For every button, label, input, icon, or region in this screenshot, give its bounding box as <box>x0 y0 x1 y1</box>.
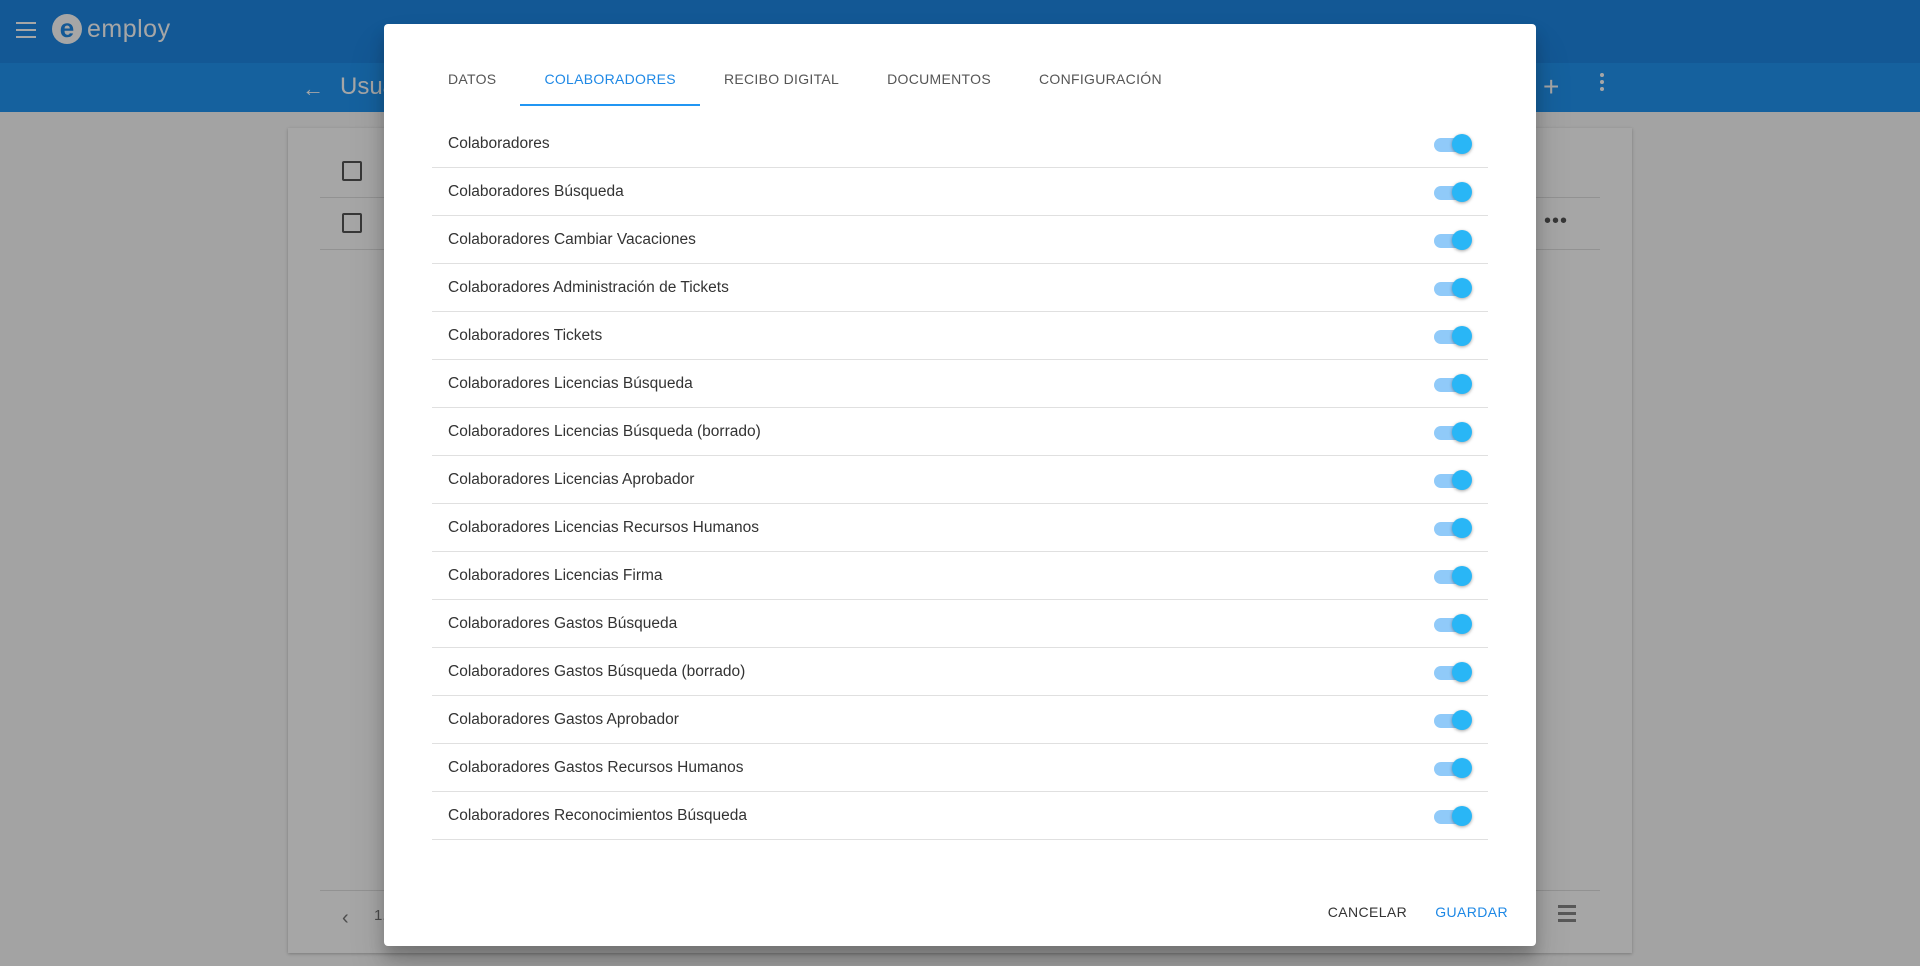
toggle-thumb <box>1452 374 1472 394</box>
save-button[interactable]: GUARDAR <box>1427 894 1516 930</box>
permission-row: Colaboradores Reconocimientos Búsqueda <box>432 792 1488 840</box>
permission-row: Colaboradores Tickets <box>432 312 1488 360</box>
toggle-thumb <box>1452 422 1472 442</box>
permission-toggle[interactable] <box>1434 421 1472 443</box>
toggle-thumb <box>1452 470 1472 490</box>
permission-label: Colaboradores Cambiar Vacaciones <box>448 231 696 248</box>
permission-row: Colaboradores Licencias Recursos Humanos <box>432 504 1488 552</box>
permission-label: Colaboradores Licencias Recursos Humanos <box>448 519 760 536</box>
permission-toggle[interactable] <box>1434 757 1472 779</box>
toggle-thumb <box>1452 566 1472 586</box>
permission-label: Colaboradores Licencias Búsqueda <box>448 375 693 392</box>
tab-datos[interactable]: DATOS <box>424 54 520 104</box>
permission-row: Colaboradores Búsqueda <box>432 168 1488 216</box>
permission-row: Colaboradores Licencias Búsqueda (borrad… <box>432 408 1488 456</box>
toggle-thumb <box>1452 662 1472 682</box>
toggle-thumb <box>1452 806 1472 826</box>
permission-label: Colaboradores Búsqueda <box>448 183 624 200</box>
permission-toggle[interactable] <box>1434 613 1472 635</box>
permission-toggle[interactable] <box>1434 133 1472 155</box>
toggle-thumb <box>1452 614 1472 634</box>
tab-recibo-digital[interactable]: RECIBO DIGITAL <box>700 54 863 104</box>
permission-toggle[interactable] <box>1434 229 1472 251</box>
tab-colaboradores[interactable]: COLABORADORES <box>520 54 700 106</box>
permission-toggle[interactable] <box>1434 565 1472 587</box>
toggle-thumb <box>1452 710 1472 730</box>
permission-toggle[interactable] <box>1434 517 1472 539</box>
permission-label: Colaboradores <box>448 135 550 152</box>
permission-toggle[interactable] <box>1434 469 1472 491</box>
toggle-thumb <box>1452 278 1472 298</box>
permission-toggle[interactable] <box>1434 181 1472 203</box>
tab-documentos[interactable]: DOCUMENTOS <box>863 54 1015 104</box>
permission-row: Colaboradores Licencias Aprobador <box>432 456 1488 504</box>
toggle-thumb <box>1452 134 1472 154</box>
permission-row: Colaboradores Administración de Tickets <box>432 264 1488 312</box>
permission-row: Colaboradores Licencias Búsqueda <box>432 360 1488 408</box>
permission-toggle[interactable] <box>1434 325 1472 347</box>
permission-toggle[interactable] <box>1434 805 1472 827</box>
dialog-tabs: DATOS COLABORADORES RECIBO DIGITAL DOCUMENT… <box>424 54 1186 106</box>
toggle-thumb <box>1452 230 1472 250</box>
toggle-thumb <box>1452 758 1472 778</box>
permission-row: Colaboradores Gastos Búsqueda <box>432 600 1488 648</box>
permission-toggle[interactable] <box>1434 277 1472 299</box>
dialog-actions: CANCELAR GUARDAR <box>1308 894 1516 930</box>
permission-row: Colaboradores Cambiar Vacaciones <box>432 216 1488 264</box>
permission-label: Colaboradores Administración de Tickets <box>448 279 729 296</box>
permission-label: Colaboradores Tickets <box>448 327 603 344</box>
permission-label: Colaboradores Gastos Aprobador <box>448 711 679 728</box>
permission-label: Colaboradores Gastos Búsqueda <box>448 615 678 632</box>
toggle-thumb <box>1452 182 1472 202</box>
permission-row: Colaboradores Gastos Búsqueda (borrado) <box>432 648 1488 696</box>
tab-configuraci-n[interactable]: CONFIGURACIÓN <box>1015 54 1186 104</box>
cancel-button[interactable]: CANCELAR <box>1320 894 1415 930</box>
permission-label: Colaboradores Licencias Aprobador <box>448 471 695 488</box>
toggle-thumb <box>1452 518 1472 538</box>
permission-toggle[interactable] <box>1434 373 1472 395</box>
permission-label: Colaboradores Gastos Recursos Humanos <box>448 759 744 776</box>
permission-label: Colaboradores Licencias Búsqueda (borrad… <box>448 423 761 440</box>
permission-label: Colaboradores Licencias Firma <box>448 567 663 584</box>
permission-toggle[interactable] <box>1434 661 1472 683</box>
user-permissions-dialog: DATOS COLABORADORES RECIBO DIGITAL DOCUMENT… <box>384 24 1536 946</box>
toggle-thumb <box>1452 326 1472 346</box>
permission-label: Colaboradores Gastos Búsqueda (borrado) <box>448 663 746 680</box>
permission-row: Colaboradores <box>432 120 1488 168</box>
permissions-list: Colaboradores Colaboradores Búsqueda Colab… <box>432 120 1488 840</box>
permission-label: Colaboradores Reconocimientos Búsqueda <box>448 807 747 824</box>
permission-row: Colaboradores Licencias Firma <box>432 552 1488 600</box>
permission-toggle[interactable] <box>1434 709 1472 731</box>
permission-row: Colaboradores Gastos Aprobador <box>432 696 1488 744</box>
permission-row: Colaboradores Gastos Recursos Humanos <box>432 744 1488 792</box>
